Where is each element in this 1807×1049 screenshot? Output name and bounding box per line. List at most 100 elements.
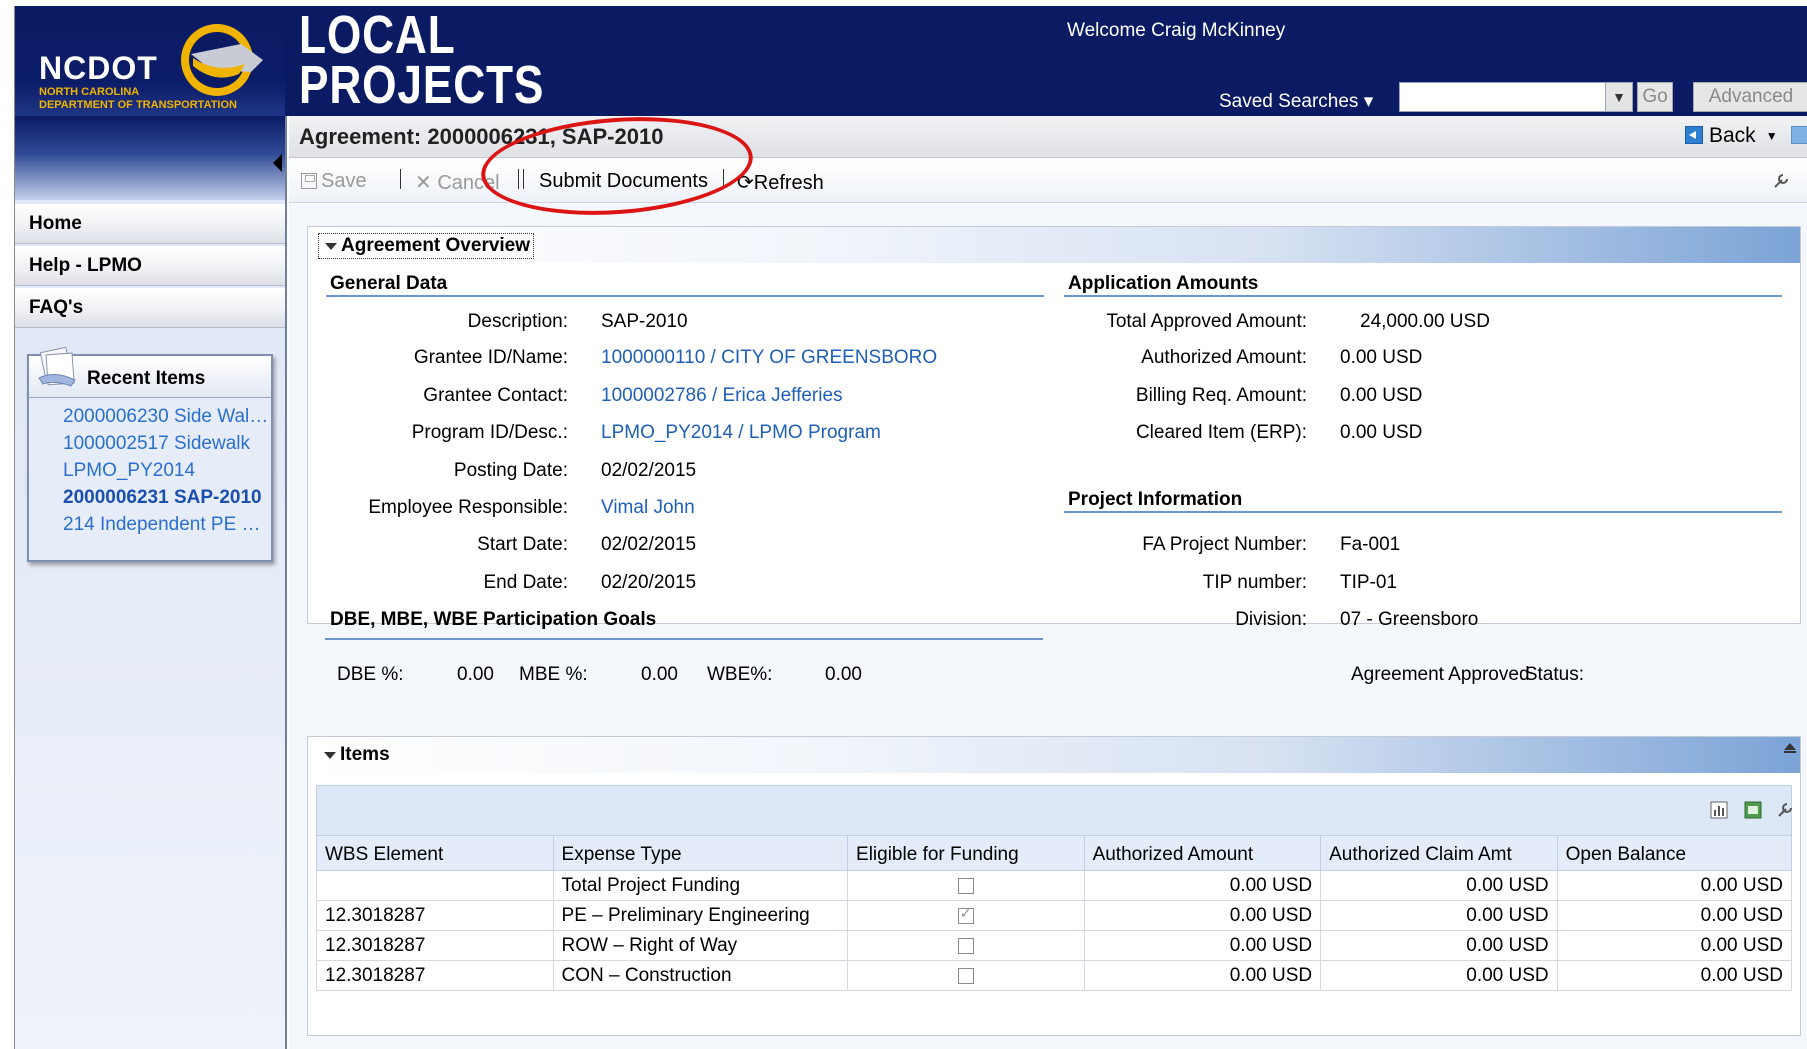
search-input[interactable]	[1399, 82, 1623, 112]
saved-searches-menu[interactable]: Saved Searches ▾	[1219, 90, 1373, 113]
cleared-item-value: 0.00 USD	[1340, 422, 1423, 443]
collapse-nav-icon[interactable]	[273, 154, 282, 172]
export-chart-icon[interactable]	[1709, 800, 1729, 820]
toolbar-separator	[723, 169, 724, 189]
employee-responsible-label: Employee Responsible:	[368, 497, 568, 518]
authorized-amount-cell: 0.00 USD	[1083, 960, 1322, 991]
chevron-down-icon[interactable]: ▼	[1766, 129, 1778, 143]
wbs-cell: 12.3018287	[316, 930, 554, 961]
expand-triangle-icon	[324, 752, 336, 759]
back-arrow-icon	[1685, 126, 1703, 144]
section-divider	[326, 295, 1044, 297]
status-value: Agreement Approved	[1351, 664, 1530, 685]
settings-wrench-icon[interactable]	[1771, 171, 1791, 197]
submit-documents-button[interactable]: Submit Documents	[539, 170, 708, 193]
grantee-id-link[interactable]: 1000000110 / CITY OF GREENSBORO	[601, 347, 937, 369]
dbe-label: DBE %:	[337, 664, 404, 685]
recent-item-link[interactable]: 2000006230 Side Walk Project	[63, 406, 269, 428]
wbs-cell: 12.3018287	[316, 960, 554, 991]
column-header-authorized-claim[interactable]: Authorized Claim Amt	[1320, 835, 1558, 871]
recent-items-panel: Recent Items 2000006230 Side Walk Projec…	[27, 346, 273, 562]
items-header[interactable]: Items	[308, 737, 1800, 773]
advanced-search-button[interactable]: Advanced	[1693, 82, 1807, 112]
authorized-amount-cell: 0.00 USD	[1083, 900, 1322, 931]
recent-item-link[interactable]: LPMO_PY2014	[63, 460, 269, 482]
employee-responsible-link[interactable]: Vimal John	[601, 497, 695, 519]
table-row[interactable]: 12.3018287 CON – Construction 0.00 USD 0.00…	[316, 960, 1793, 991]
left-navigation: Home Help - LPMO FAQ's Recent Items 2000…	[15, 116, 287, 1049]
program-id-label: Program ID/Desc.:	[411, 422, 568, 443]
expense-type-cell: CON – Construction	[552, 960, 849, 991]
eligible-checkbox[interactable]	[957, 905, 974, 924]
recent-item-link[interactable]: 1000002517 Sidewalk	[63, 433, 269, 455]
column-header-authorized-amount[interactable]: Authorized Amount	[1083, 835, 1322, 871]
eligible-cell	[847, 930, 1085, 961]
open-balance-cell: 0.00 USD	[1556, 930, 1793, 961]
search-dropdown-button[interactable]: ▼	[1605, 82, 1633, 112]
table-row[interactable]: 12.3018287PE – Preliminary Engineering 0.…	[316, 900, 1793, 931]
fa-project-number-value: Fa-001	[1340, 534, 1401, 555]
cancel-button[interactable]: ✕ Cancel	[415, 170, 500, 195]
recent-items-title: Recent Items	[87, 368, 206, 389]
recent-item-link-active[interactable]: 2000006231 SAP-2010	[63, 487, 269, 509]
grantee-contact-link[interactable]: 1000002786 / Erica Jefferies	[601, 385, 843, 407]
eligible-cell	[847, 900, 1085, 931]
authorized-claim-cell: 0.00 USD	[1320, 870, 1558, 901]
posting-date-label: Posting Date:	[453, 460, 568, 481]
eligible-checkbox[interactable]	[957, 937, 974, 954]
mbe-label: MBE %:	[519, 664, 588, 685]
ncdot-logo[interactable]: NCDOT NORTH CAROLINA DEPARTMENT OF TRANS…	[15, 6, 285, 116]
close-icon: ✕	[415, 172, 432, 194]
welcome-message: Welcome Craig McKinney	[1067, 20, 1286, 41]
eligible-cell	[847, 960, 1085, 991]
chevron-down-icon: ▼	[1612, 89, 1626, 105]
nav-item-home[interactable]: Home	[15, 204, 285, 244]
recent-items-header: Recent Items	[29, 346, 271, 398]
eligible-checkbox[interactable]	[957, 967, 974, 984]
refresh-icon: ⟳	[737, 172, 754, 194]
go-button[interactable]: Go	[1637, 82, 1673, 112]
column-header-expense-type[interactable]: Expense Type	[552, 835, 849, 871]
authorized-claim-cell: 0.00 USD	[1320, 900, 1558, 931]
column-header-open-balance[interactable]: Open Balance	[1556, 835, 1793, 871]
column-header-eligible[interactable]: Eligible for Funding	[847, 835, 1085, 871]
back-button[interactable]: Back ▼	[1685, 124, 1778, 148]
nav-item-help-lpmo[interactable]: Help - LPMO	[15, 246, 285, 286]
recent-item-link[interactable]: 214 Independent PE Review	[63, 514, 269, 536]
program-id-link[interactable]: LPMO_PY2014 / LPMO Program	[601, 422, 881, 444]
expense-type-cell: PE – Preliminary Engineering	[552, 900, 849, 931]
section-divider	[325, 638, 1043, 640]
participation-goals-title: DBE, MBE, WBE Participation Goals	[330, 609, 657, 630]
expand-triangle-icon	[325, 243, 337, 250]
grantee-id-label: Grantee ID/Name:	[413, 347, 568, 368]
section-divider	[1064, 511, 1782, 513]
eligible-checkbox[interactable]	[957, 877, 974, 894]
table-row[interactable]: 12.3018287 ROW – Right of Way 0.00 USD 0.00…	[316, 930, 1793, 961]
grid-settings-wrench-icon[interactable]	[1775, 800, 1795, 820]
authorized-amount-label: Authorized Amount:	[1141, 347, 1307, 368]
authorized-amount-cell: 0.00 USD	[1083, 930, 1322, 961]
items-title[interactable]: Items	[318, 743, 393, 767]
forward-icon[interactable]	[1791, 126, 1807, 144]
start-date-value: 02/02/2015	[601, 534, 697, 555]
nav-item-faqs[interactable]: FAQ's	[15, 288, 285, 328]
collapse-panel-icon[interactable]	[1784, 743, 1796, 753]
export-excel-icon[interactable]	[1743, 800, 1763, 820]
open-balance-cell: 0.00 USD	[1556, 900, 1793, 931]
agreement-overview-header[interactable]: Agreement Overview	[308, 227, 1800, 263]
agreement-overview-title[interactable]: Agreement Overview	[318, 233, 535, 259]
app-title-line2: PROJECTS	[299, 55, 545, 115]
section-divider	[1064, 295, 1782, 297]
app-title: LOCAL PROJECTS	[299, 8, 545, 115]
general-data-title: General Data	[330, 273, 448, 294]
toolbar-separator	[523, 169, 524, 189]
app-window: NCDOT NORTH CAROLINA DEPARTMENT OF TRANS…	[14, 6, 1807, 1049]
column-header-wbs[interactable]: WBS Element	[316, 835, 554, 871]
open-balance-cell: 0.00 USD	[1556, 870, 1793, 901]
open-balance-cell: 0.00 USD	[1556, 960, 1793, 991]
toolbar-separator	[400, 169, 401, 189]
refresh-button[interactable]: ⟳Refresh	[737, 170, 824, 195]
table-row[interactable]: Total Project Funding 0.00 USD 0.00 USD 0.0…	[316, 870, 1793, 901]
save-button[interactable]: Save	[301, 170, 367, 193]
fa-project-number-label: FA Project Number:	[1142, 534, 1307, 555]
